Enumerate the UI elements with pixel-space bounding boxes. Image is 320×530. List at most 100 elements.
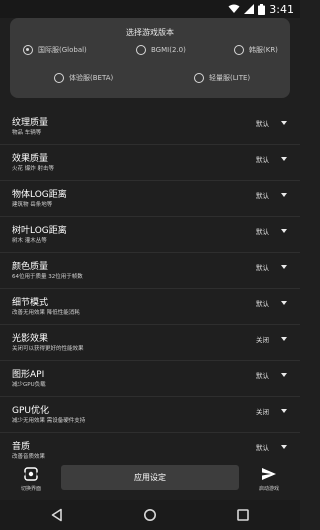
- setting-subtitle: 火花 爆炸 射击等: [12, 166, 54, 172]
- setting-title: 音质: [12, 442, 31, 452]
- setting-texture-quality: 纹理质量 物品 车辆等 默认: [0, 112, 300, 148]
- setting-dropdown[interactable]: 默认: [256, 152, 287, 166]
- dropdown-value: 默认: [256, 372, 269, 380]
- setting-effect-quality: 效果质量 火花 爆炸 射击等 默认: [0, 148, 300, 184]
- back-icon[interactable]: [50, 508, 64, 522]
- dropdown-value: 默认: [256, 300, 269, 308]
- setting-title: 图形API: [12, 370, 45, 380]
- setting-dropdown[interactable]: 关闭: [256, 332, 287, 346]
- setting-dropdown[interactable]: 默认: [256, 188, 287, 202]
- setting-title: 颜色质量: [12, 262, 49, 272]
- divider: [0, 216, 300, 217]
- divider: [0, 396, 300, 397]
- setting-graphics-api: 图形API 减少GPU负载 默认: [0, 364, 300, 400]
- radio-option-bgmi[interactable]: BGMI(2.0): [136, 45, 186, 55]
- status-time: 3:41: [269, 2, 294, 16]
- dropdown-arrow-icon: [281, 157, 287, 161]
- dropdown-arrow-icon: [281, 121, 287, 125]
- radio-option-lite[interactable]: 轻量服(LITE): [194, 73, 250, 83]
- dropdown-value: 默认: [256, 156, 269, 164]
- navigation-bar: [0, 500, 300, 530]
- dropdown-arrow-icon: [281, 337, 287, 341]
- dropdown-arrow-icon: [281, 265, 287, 269]
- setting-subtitle: 关闭可以获得更好的性能效果: [12, 346, 84, 352]
- switch-view-icon: [23, 467, 39, 481]
- dropdown-value: 默认: [256, 444, 269, 452]
- setting-dropdown[interactable]: 默认: [256, 224, 287, 238]
- setting-gpu-optimization: GPU优化 减少无用效果 需设备硬件支持 关闭: [0, 400, 300, 436]
- divider: [0, 252, 300, 253]
- radio-option-label: 韩服(KR): [249, 46, 278, 54]
- radio-option-label: 国际服(Global): [38, 46, 87, 54]
- battery-icon: [258, 3, 266, 15]
- radio-unchecked-icon: [136, 45, 146, 55]
- radio-option-kr[interactable]: 韩服(KR): [234, 45, 278, 55]
- setting-subtitle: 减少无用效果 需设备硬件支持: [12, 418, 86, 424]
- divider: [0, 432, 300, 433]
- radio-option-beta[interactable]: 体验服(BETA): [54, 73, 113, 83]
- switch-interface-button[interactable]: 切换界面: [11, 466, 51, 496]
- setting-title: 光影效果: [12, 334, 49, 344]
- divider: [0, 288, 300, 289]
- setting-title: 物体LOG距离: [12, 190, 67, 200]
- dropdown-arrow-icon: [281, 301, 287, 305]
- setting-subtitle: 减少GPU负载: [12, 382, 46, 388]
- dropdown-arrow-icon: [281, 373, 287, 377]
- dropdown-arrow-icon: [281, 229, 287, 233]
- setting-subtitle: 改善音质效果: [12, 454, 46, 460]
- dropdown-value: 默认: [256, 264, 269, 272]
- signal-icon: [244, 4, 255, 14]
- dropdown-arrow-icon: [281, 445, 287, 449]
- launch-game-label: 启动游戏: [258, 486, 279, 492]
- dropdown-value: 默认: [256, 228, 269, 236]
- setting-subtitle: 改善无用效果 降低性能消耗: [12, 310, 80, 316]
- dropdown-value: 默认: [256, 120, 269, 128]
- radio-option-label: BGMI(2.0): [151, 46, 186, 54]
- setting-detail-mode: 细节模式 改善无用效果 降低性能消耗 默认: [0, 292, 300, 328]
- setting-dropdown[interactable]: 默认: [256, 368, 287, 382]
- setting-title: GPU优化: [12, 406, 49, 416]
- setting-color-quality: 颜色质量 64位用于质量 32位用于帧数 默认: [0, 256, 300, 292]
- dropdown-value: 默认: [256, 192, 269, 200]
- apply-settings-label: 应用设定: [134, 473, 166, 482]
- radio-option-global[interactable]: 国际服(Global): [23, 45, 87, 55]
- setting-title: 效果质量: [12, 154, 49, 164]
- setting-dropdown[interactable]: 关闭: [256, 404, 287, 418]
- setting-dropdown[interactable]: 默认: [256, 260, 287, 274]
- radio-unchecked-icon: [54, 73, 64, 83]
- dropdown-value: 关闭: [256, 408, 269, 416]
- radio-unchecked-icon: [194, 73, 204, 83]
- dropdown-value: 关闭: [256, 336, 269, 344]
- dropdown-arrow-icon: [281, 409, 287, 413]
- setting-subtitle: 建筑物 岳条地等: [12, 202, 53, 208]
- status-bar: 3:41: [0, 0, 300, 18]
- setting-dropdown[interactable]: 默认: [256, 116, 287, 130]
- status-right: 3:41: [228, 2, 294, 16]
- divider: [0, 144, 300, 145]
- recents-icon[interactable]: [236, 508, 250, 522]
- setting-title: 树叶LOG距离: [12, 226, 67, 236]
- setting-lighting-effect: 光影效果 关闭可以获得更好的性能效果 关闭: [0, 328, 300, 364]
- radio-option-label: 体验服(BETA): [69, 74, 114, 82]
- radio-option-label: 轻量服(LITE): [209, 74, 251, 82]
- radio-checked-icon: [23, 45, 33, 55]
- send-icon: [262, 468, 276, 480]
- switch-interface-label: 切换界面: [20, 486, 41, 492]
- setting-title: 细节模式: [12, 298, 49, 308]
- bottom-action-bar: 切换界面 应用设定 启动游戏: [0, 462, 300, 498]
- setting-subtitle: 物品 车辆等: [12, 130, 42, 136]
- setting-dropdown[interactable]: 默认: [256, 296, 287, 310]
- home-icon[interactable]: [143, 508, 157, 522]
- divider: [0, 324, 300, 325]
- setting-subtitle: 64位用于质量 32位用于帧数: [12, 274, 83, 280]
- version-selector-title: 选择游戏版本: [126, 28, 174, 37]
- setting-object-lod: 物体LOG距离 建筑物 岳条地等 默认: [0, 184, 300, 220]
- launch-game-button[interactable]: 启动游戏: [249, 466, 289, 496]
- setting-dropdown[interactable]: 默认: [256, 440, 287, 454]
- divider: [0, 180, 300, 181]
- setting-foliage-lod: 树叶LOG距离 树木 灌木丛等 默认: [0, 220, 300, 256]
- apply-settings-button[interactable]: 应用设定: [61, 465, 239, 490]
- radio-unchecked-icon: [234, 45, 244, 55]
- setting-title: 纹理质量: [12, 118, 49, 128]
- setting-subtitle: 树木 灌木丛等: [12, 238, 47, 244]
